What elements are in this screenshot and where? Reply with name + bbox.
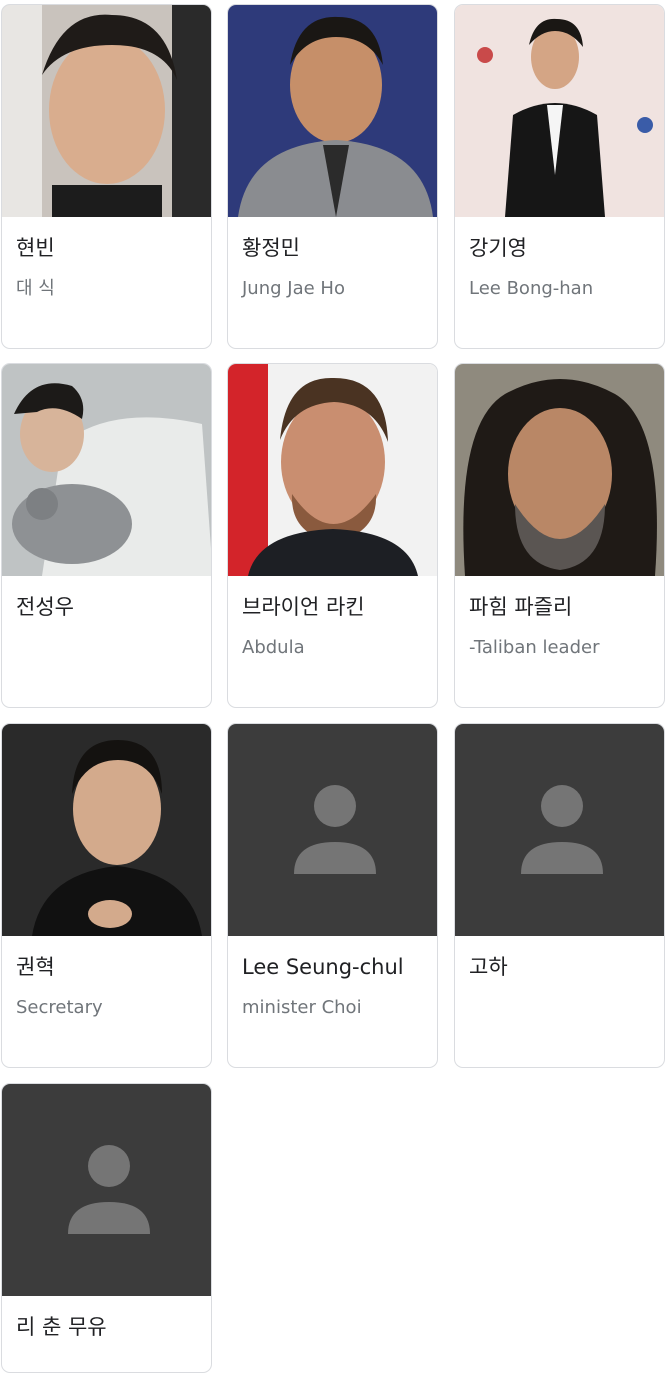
cast-card[interactable]: 브라이언 라킨 Abdula [227, 363, 438, 708]
actor-name: 리 춘 무유 [16, 1315, 107, 1339]
actor-role: Jung Jae Ho [242, 278, 345, 299]
actor-name: 파힘 파즐리 [469, 595, 573, 619]
cast-card[interactable]: 전성우 [1, 363, 212, 708]
actor-photo [455, 364, 664, 576]
actor-role: Lee Bong-han [469, 278, 594, 299]
actor-photo [2, 364, 211, 576]
actor-name: 현빈 [16, 236, 55, 260]
actor-photo [228, 364, 437, 576]
actor-role: Secretary [16, 997, 103, 1018]
placeholder-photo [2, 1084, 211, 1296]
person-icon [521, 785, 603, 874]
actor-name: 전성우 [16, 595, 74, 619]
actor-name: 고하 [469, 955, 508, 979]
actor-photo [2, 5, 211, 217]
placeholder-photo [455, 724, 664, 936]
actor-name: 권혁 [16, 955, 55, 979]
cast-card[interactable]: 황정민 Jung Jae Ho [227, 4, 438, 349]
actor-role: -Taliban leader [469, 637, 600, 658]
cast-card[interactable]: 리 춘 무유 [1, 1083, 212, 1373]
cast-card[interactable]: 강기영 Lee Bong-han [454, 4, 665, 349]
actor-name: 브라이언 라킨 [242, 595, 365, 619]
cast-card[interactable]: 권혁 Secretary [1, 723, 212, 1068]
actor-name: 황정민 [242, 236, 300, 260]
cast-card[interactable]: 파힘 파즐리 -Taliban leader [454, 363, 665, 708]
actor-role: Abdula [242, 637, 305, 658]
person-icon [294, 785, 376, 874]
actor-name: 강기영 [469, 236, 527, 260]
actor-photo [455, 5, 664, 217]
actor-role: 대 식 [16, 278, 55, 299]
actor-role: minister Choi [242, 997, 362, 1018]
cast-card[interactable]: 고하 [454, 723, 665, 1068]
cast-card[interactable]: Lee Seung-chul minister Choi [227, 723, 438, 1068]
placeholder-photo [228, 724, 437, 936]
actor-photo [228, 5, 437, 217]
actor-name: Lee Seung-chul [242, 955, 404, 979]
cast-card[interactable]: 현빈 대 식 [1, 4, 212, 349]
actor-photo [2, 724, 211, 936]
person-icon [68, 1145, 150, 1234]
